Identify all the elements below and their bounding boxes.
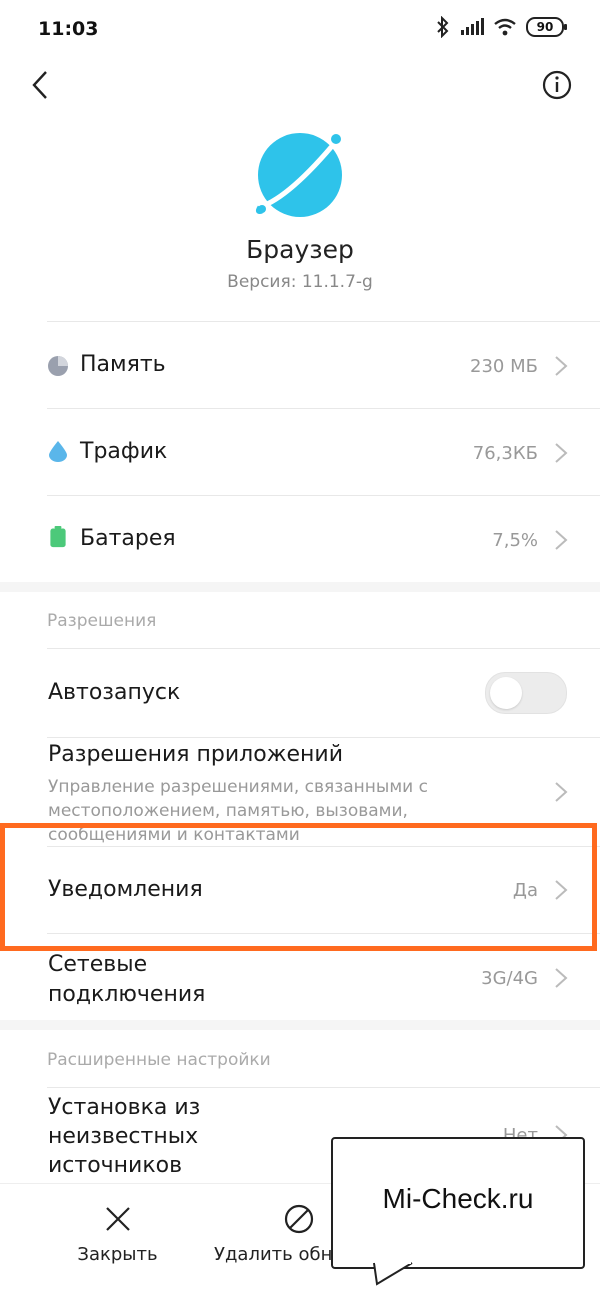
section-title-permissions: Разрешения [47,611,157,631]
battery-icon [50,526,66,548]
water-drop-icon [49,441,67,462]
storage-label: Память [80,352,166,377]
chevron-right-icon [555,530,568,550]
autostart-label: Автозапуск [48,680,181,705]
watermark-text: Mi-Check.ru [382,1183,534,1214]
row-storage[interactable]: Память 230 МБ [0,322,600,408]
prohibited-icon [284,1204,314,1234]
bluetooth-icon [437,16,449,38]
browser-app-icon [255,133,342,217]
toggle-knob [490,677,522,709]
app-permissions-label: Разрешения приложений [48,742,344,767]
section-title-advanced: Расширенные настройки [47,1050,271,1070]
section-gap [0,582,600,592]
uninstall-updates-label: Удалить обно [214,1244,334,1265]
network-label-line1: Сетевые [48,952,148,977]
row-autostart: Автозапуск [0,649,600,737]
unknown-sources-line1: Установка из [48,1095,201,1120]
row-traffic[interactable]: Трафик 76,3КБ [0,409,600,495]
section-gap [0,1020,600,1030]
info-icon[interactable] [542,70,572,100]
battery-label: Батарея [80,526,176,551]
top-nav [0,60,600,110]
traffic-label: Трафик [80,439,168,464]
app-version: Версия: 11.1.7-g [227,272,373,292]
chevron-right-icon [555,782,568,802]
unknown-sources-label: Установка из неизвестных источников [48,1093,200,1180]
battery-indicator: 90 [526,17,567,37]
highlight-frame [0,823,597,951]
uninstall-updates-button[interactable]: Удалить обно [214,1204,334,1265]
pie-chart-icon [48,356,68,376]
signal-icon [461,18,484,35]
status-icons: 90 [436,16,567,38]
watermark-callout: Mi-Check.ru [331,1137,585,1269]
wifi-icon [494,18,516,36]
status-time: 11:03 [38,18,99,40]
back-arrow-icon[interactable] [28,68,58,102]
chevron-right-icon [555,443,568,463]
callout-tail [373,1262,413,1286]
autostart-toggle[interactable] [485,672,567,714]
unknown-sources-line3: источников [48,1153,183,1178]
unknown-sources-line2: неизвестных [48,1124,199,1149]
battery-value: 7,5% [492,530,538,551]
traffic-value: 76,3КБ [472,443,538,464]
storage-value: 230 МБ [470,356,538,377]
app-name: Браузер [246,235,354,264]
network-label: Сетевые подключения [48,950,205,1010]
close-button[interactable]: Закрыть [70,1204,165,1265]
row-battery[interactable]: Батарея 7,5% [0,496,600,582]
chevron-right-icon [555,968,568,988]
close-icon [105,1207,130,1231]
network-label-line2: подключения [48,982,206,1007]
chevron-right-icon [555,356,568,376]
status-bar: 11:03 90 [0,0,600,60]
close-label: Закрыть [77,1244,158,1265]
network-value: 3G/4G [481,968,538,989]
